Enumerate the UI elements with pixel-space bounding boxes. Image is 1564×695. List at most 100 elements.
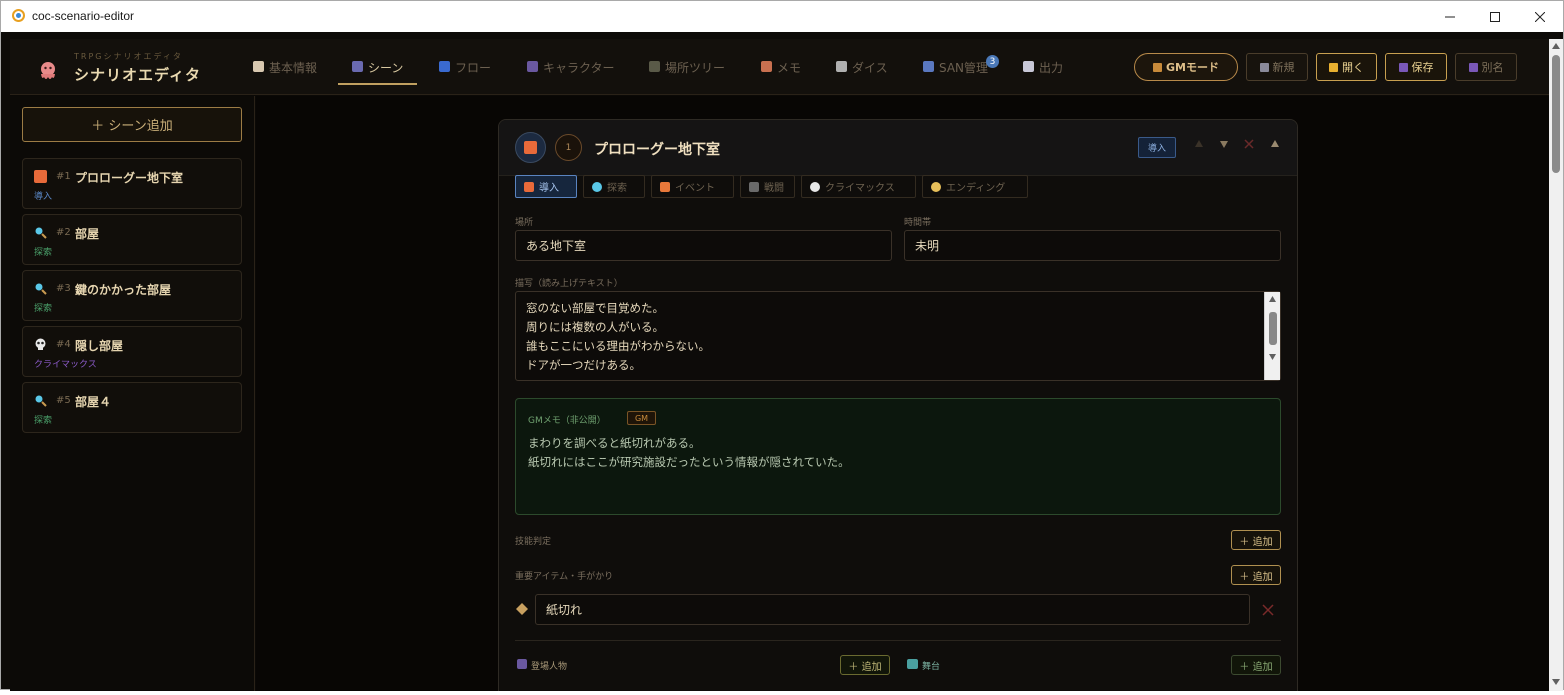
maximize-icon (1490, 11, 1500, 22)
sunrise-icon (515, 132, 546, 163)
magnifier-icon (592, 181, 602, 192)
type-event-button[interactable]: イベント (651, 175, 734, 198)
tab-scenes[interactable]: シーン (337, 59, 418, 85)
lightning-icon (660, 181, 670, 192)
gm-mode-button[interactable]: GMモード (1134, 53, 1238, 81)
sunrise-icon (524, 181, 534, 192)
description-textarea[interactable]: 窓のない部屋で目覚めた。 周りには複数の人がいる。 誰もここにいる理由がわからな… (515, 291, 1281, 381)
swords-icon (749, 181, 759, 192)
diamond-icon (516, 603, 528, 615)
scene-list-item[interactable]: #1 プロローグー地下室 導入 (22, 158, 242, 209)
folder-icon (1329, 62, 1338, 72)
scene-editor-area: 1 プロローグー地下室 導入 導入 探索 イベント 戦闘 クライマックス エンデ… (256, 96, 1549, 691)
scene-list-item[interactable]: #4 隠し部屋 クライマックス (22, 326, 242, 377)
app-subtitle: TRPGシナリオエディタ (74, 52, 183, 61)
sunrise-icon (34, 170, 47, 183)
scene-type-tag: 導入 (1138, 137, 1176, 158)
floppy-icon (1468, 62, 1478, 72)
scene-type-label: 探索 (34, 248, 53, 258)
add-skill-check-button[interactable]: ＋ 追加 (1231, 530, 1281, 550)
magnifier-icon (34, 226, 47, 239)
title-bar: coc-scenario-editor (1, 1, 1563, 32)
save-as-button[interactable]: 別名 (1455, 53, 1517, 81)
gm-memo-label: GMメモ（非公開） (528, 416, 606, 426)
type-explore-button[interactable]: 探索 (583, 175, 645, 198)
people-icon (527, 61, 538, 72)
open-button[interactable]: 開く (1316, 53, 1377, 81)
tab-flow[interactable]: フロー (439, 59, 491, 83)
type-climax-button[interactable]: クライマックス (801, 175, 916, 198)
scene-type-label: 探索 (34, 304, 53, 314)
scene-card-header: 1 プロローグー地下室 導入 (499, 120, 1297, 176)
window-title: coc-scenario-editor (32, 9, 135, 23)
add-item-button[interactable]: ＋ 追加 (1231, 565, 1281, 585)
add-stage-button[interactable]: ＋ 追加 (1231, 655, 1281, 675)
shuffle-icon (439, 61, 450, 72)
close-window-button[interactable] (1517, 1, 1563, 32)
new-file-icon (1259, 62, 1269, 72)
add-scene-button[interactable]: ＋ シーン追加 (22, 107, 242, 142)
tab-location-tree[interactable]: 場所ツリー (649, 59, 725, 83)
dice-icon (836, 61, 847, 72)
type-battle-button[interactable]: 戦闘 (740, 175, 795, 198)
time-label: 時間帯 (904, 218, 932, 228)
scene-list-item[interactable]: #3 鍵のかかった部屋 探索 (22, 270, 242, 321)
divider (515, 640, 1281, 641)
description-label: 描写（読み上げテキスト） (515, 279, 623, 289)
new-button[interactable]: 新規 (1246, 53, 1308, 81)
stage-label: 舞台 (922, 662, 941, 672)
lock-icon (1153, 62, 1162, 72)
save-button[interactable]: 保存 (1385, 53, 1447, 81)
tab-output[interactable]: 出力 (1023, 59, 1063, 83)
type-intro-button[interactable]: 導入 (515, 175, 577, 198)
location-input[interactable]: ある地下室 (515, 230, 892, 261)
document-icon (253, 61, 264, 72)
location-label: 場所 (515, 218, 534, 228)
scene-type-label: 探索 (34, 416, 53, 426)
time-input[interactable]: 未明 (904, 230, 1281, 261)
scene-title[interactable]: プロローグー地下室 (594, 139, 720, 159)
type-ending-button[interactable]: エンディング (922, 175, 1028, 198)
skull-icon (34, 338, 47, 351)
remove-item-icon[interactable] (1262, 604, 1274, 616)
clapper-icon (352, 61, 363, 72)
magnifier-icon (34, 282, 47, 295)
textarea-scrollbar[interactable] (1264, 292, 1280, 380)
gm-tag: GM (627, 411, 656, 425)
tab-characters[interactable]: キャラクター (527, 59, 615, 83)
minimize-button[interactable] (1427, 1, 1473, 32)
item-input[interactable]: 紙切れ (535, 594, 1250, 625)
gm-memo-text[interactable]: まわりを調べると紙切れがある。 紙切れにはここが研究施設だったという情報が隠され… (528, 434, 850, 472)
octopus-logo-icon (41, 62, 55, 79)
scene-list-item[interactable]: #2 部屋 探索 (22, 214, 242, 265)
app-icon (12, 9, 25, 22)
collapse-icon[interactable] (1270, 139, 1280, 149)
add-character-button[interactable]: ＋ 追加 (840, 655, 890, 675)
delete-scene-icon[interactable] (1244, 139, 1254, 149)
gm-memo-box[interactable]: GMメモ（非公開） GM まわりを調べると紙切れがある。 紙切れにはここが研究施… (515, 398, 1281, 515)
window-scrollbar[interactable] (1549, 39, 1563, 691)
scene-type-label: 導入 (34, 192, 53, 202)
tab-memo[interactable]: メモ (761, 59, 801, 83)
scene-list-item[interactable]: #5 部屋４ 探索 (22, 382, 242, 433)
skill-check-label: 技能判定 (515, 537, 552, 547)
map-icon (907, 659, 918, 669)
app-header: TRPGシナリオエディタ シナリオエディタ 基本情報 シーン フロー キャラクタ… (10, 39, 1549, 95)
characters-label: 登場人物 (531, 662, 568, 672)
maximize-button[interactable] (1472, 1, 1518, 32)
scene-type-label: クライマックス (34, 360, 97, 370)
key-items-label: 重要アイテム・手がかり (515, 572, 614, 582)
close-icon (1535, 11, 1545, 22)
app-content: TRPGシナリオエディタ シナリオエディタ 基本情報 シーン フロー キャラクタ… (10, 39, 1549, 691)
app-title: シナリオエディタ (74, 66, 201, 84)
map-icon (649, 61, 660, 72)
tab-san-management[interactable]: SAN管理 (923, 59, 988, 83)
minimize-icon (1445, 16, 1455, 17)
tab-basic-info[interactable]: 基本情報 (253, 59, 317, 83)
move-down-icon[interactable] (1219, 139, 1229, 149)
scene-sidebar: ＋ シーン追加 #1 プロローグー地下室 導入 #2 部屋 探索 #3 鍵のかか… (10, 96, 255, 691)
move-up-icon[interactable] (1194, 139, 1204, 149)
app-window: coc-scenario-editor TRPGシナリオエディタ シナリオエディ… (0, 0, 1564, 691)
tab-dice[interactable]: ダイス (836, 59, 888, 83)
floppy-icon (1398, 62, 1408, 72)
